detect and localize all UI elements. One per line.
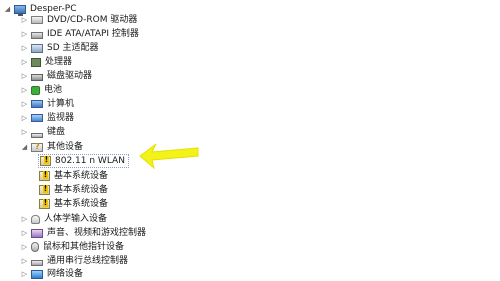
tree-item-label: 计算机 <box>47 99 75 109</box>
tree-item-other-devices[interactable]: ◢ 其他设备 <box>20 140 83 154</box>
warning-device-icon <box>40 156 51 166</box>
tree-item-label: 声音、视频和游戏控制器 <box>47 228 147 238</box>
arrow-shape <box>139 143 199 170</box>
tree-item-usb[interactable]: ▷ 通用串行总线控制器 <box>20 254 128 268</box>
tree-item-sound[interactable]: ▷ 声音、视频和游戏控制器 <box>20 226 146 240</box>
disk-icon <box>31 73 43 81</box>
warning-device-icon <box>39 171 50 181</box>
warning-device-icon <box>39 185 50 195</box>
other-devices-icon <box>31 142 43 152</box>
tree-item-ide[interactable]: ▷ IDE ATA/ATAPI 控制器 <box>20 27 139 41</box>
collapse-icon[interactable]: ◢ <box>20 142 29 152</box>
battery-icon <box>31 85 40 95</box>
tree-item-base-system-device[interactable]: 基本系统设备 <box>39 183 108 197</box>
tree-item-label: 电池 <box>44 85 63 95</box>
mouse-icon <box>31 242 39 252</box>
expand-icon[interactable]: ▷ <box>20 15 29 25</box>
tree-item-computer[interactable]: ▷ 计算机 <box>20 97 74 111</box>
tree-item-disk[interactable]: ▷ 磁盘驱动器 <box>20 69 92 83</box>
expand-icon[interactable]: ▷ <box>20 113 29 123</box>
expand-icon[interactable]: ▷ <box>20 228 29 238</box>
ide-controller-icon <box>31 31 43 39</box>
tree-item-label: 其他设备 <box>47 142 84 152</box>
tree-item-battery[interactable]: ▷ 电池 <box>20 83 62 97</box>
tree-item-processor[interactable]: ▷ 处理器 <box>20 55 72 69</box>
expand-icon[interactable]: ▷ <box>20 214 29 224</box>
tree-item-monitor[interactable]: ▷ 监视器 <box>20 111 74 125</box>
network-icon <box>31 269 43 279</box>
tree-item-mouse[interactable]: ▷ 鼠标和其他指针设备 <box>20 240 124 254</box>
expand-icon[interactable]: ▷ <box>20 29 29 39</box>
tree-item-label: 监视器 <box>47 113 75 123</box>
tree-item-label: IDE ATA/ATAPI 控制器 <box>47 29 139 39</box>
tree-item-label: 网络设备 <box>47 269 84 279</box>
tree-item-label: 磁盘驱动器 <box>47 71 93 81</box>
tree-item-sd[interactable]: ▷ SD 主适配器 <box>20 41 99 55</box>
tree-item-label: 基本系统设备 <box>54 171 109 181</box>
tree-item-keyboard[interactable]: ▷ 键盘 <box>20 125 65 139</box>
tree-item-label: 通用串行总线控制器 <box>47 256 129 266</box>
expand-icon[interactable]: ▷ <box>20 242 29 252</box>
tree-item-label: 键盘 <box>47 127 66 137</box>
tree-item-label: SD 主适配器 <box>47 43 99 53</box>
tree-item-label: 处理器 <box>45 57 73 67</box>
tree-item-base-system-device[interactable]: 基本系统设备 <box>39 169 108 183</box>
tree-item-label: DVD/CD-ROM 驱动器 <box>47 15 138 25</box>
usb-icon <box>31 260 43 266</box>
collapse-icon[interactable]: ◢ <box>3 4 12 14</box>
expand-icon[interactable]: ▷ <box>20 256 29 266</box>
hid-icon <box>31 214 40 224</box>
tree-item-label: 基本系统设备 <box>54 185 109 195</box>
warning-device-icon <box>39 199 50 209</box>
tree-item-label: 基本系统设备 <box>54 199 109 209</box>
tree-item-label: 人体学输入设备 <box>44 214 108 224</box>
tree-item-network[interactable]: ▷ 网络设备 <box>20 267 83 281</box>
expand-icon[interactable]: ▷ <box>20 269 29 279</box>
disk-drive-icon <box>31 16 43 24</box>
expand-icon[interactable]: ▷ <box>20 71 29 81</box>
expand-icon[interactable]: ▷ <box>20 127 29 137</box>
annotation-arrow-icon <box>139 143 199 170</box>
tree-item-base-system-device[interactable]: 基本系统设备 <box>39 197 108 211</box>
sound-icon <box>31 228 43 238</box>
tree-item-label: 鼠标和其他指针设备 <box>43 242 125 252</box>
computer-icon <box>31 100 43 108</box>
tree-item-hid[interactable]: ▷ 人体学输入设备 <box>20 212 107 226</box>
monitor-icon <box>31 114 43 122</box>
device-tree: ◢ Desper-PC ▷ DVD/CD-ROM 驱动器 ▷ IDE ATA/A… <box>0 0 500 279</box>
tree-item-dvd[interactable]: ▷ DVD/CD-ROM 驱动器 <box>20 13 138 27</box>
expand-icon[interactable]: ▷ <box>20 43 29 53</box>
expand-icon[interactable]: ▷ <box>20 57 29 67</box>
processor-icon <box>31 57 41 67</box>
keyboard-icon <box>31 132 43 138</box>
sd-adapter-icon <box>31 43 43 53</box>
expand-icon[interactable]: ▷ <box>20 99 29 109</box>
expand-icon[interactable]: ▷ <box>20 85 29 95</box>
